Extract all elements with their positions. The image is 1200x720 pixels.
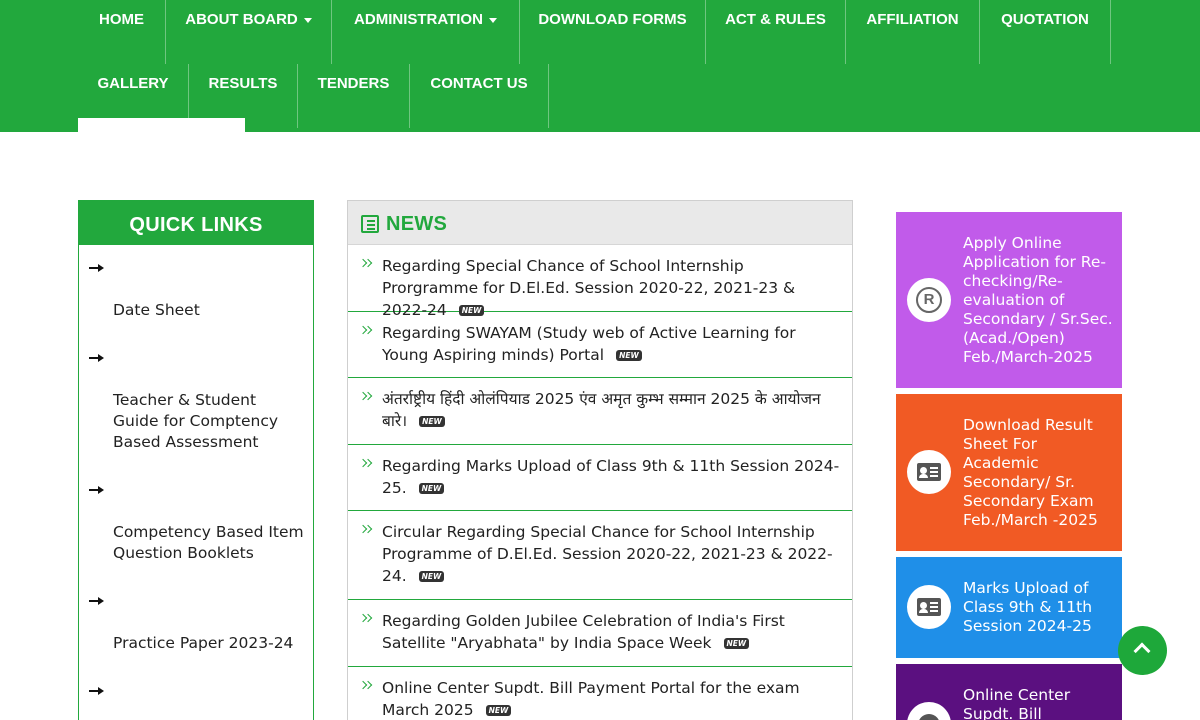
nav-administration[interactable]: ADMINISTRATION [332, 0, 520, 64]
caret-down-icon [303, 17, 312, 23]
registered-icon: R [907, 278, 951, 322]
new-badge: NEW [418, 571, 445, 582]
double-chevron-icon [358, 613, 373, 626]
nav-act-rules[interactable]: ACT & RULES [706, 0, 846, 64]
news-title: NEWS [386, 213, 448, 235]
nav-act-rules-label: ACT & RULES [725, 11, 826, 28]
new-badge: NEW [616, 350, 642, 361]
news-link-text: Regarding Marks Upload of Class 9th & 11… [382, 457, 840, 497]
news-item[interactable]: Regarding Special Chance of School Inter… [348, 245, 852, 319]
result-sheet-card[interactable]: Download Result Sheet For Academic Secon… [896, 394, 1122, 551]
id-card-icon [907, 450, 951, 494]
user-icon [907, 702, 951, 720]
news-link[interactable]: Regarding Marks Upload of Class 9th & 11… [382, 455, 840, 499]
nav-quotation[interactable]: QUOTATION [980, 0, 1111, 64]
new-badge: NEW [419, 416, 445, 427]
nav-home[interactable]: HOME [78, 0, 166, 64]
double-chevron-icon [358, 391, 373, 404]
double-chevron-icon [358, 680, 373, 693]
arrow-right-icon [89, 596, 105, 606]
nav-quotation-label: QUOTATION [1001, 11, 1089, 28]
arrow-right-icon [89, 353, 105, 363]
new-badge: NEW [723, 638, 750, 649]
news-header: NEWS [348, 201, 852, 245]
news-link[interactable]: Regarding SWAYAM (Study web of Active Le… [382, 322, 840, 366]
news-link-text: Circular Regarding Special Chance for Sc… [382, 523, 833, 585]
main-navbar: HOME ABOUT BOARD ADMINISTRATION DOWNLOAD… [0, 0, 1200, 132]
quick-links-title: QUICK LINKS [79, 201, 313, 245]
list-icon [361, 215, 379, 233]
marks-upload-card[interactable]: Marks Upload of Class 9th & 11th Session… [896, 557, 1122, 658]
recheck-application-card[interactable]: R Apply Online Application for Re-checki… [896, 212, 1122, 388]
arrow-right-icon [89, 485, 105, 495]
nav-results-label: RESULTS [208, 75, 278, 92]
double-chevron-icon [358, 524, 373, 537]
news-item[interactable]: Online Center Supdt. Bill Payment Portal… [348, 667, 852, 720]
quick-link-label[interactable]: Practice Paper 2023-24 [113, 633, 305, 654]
news-item[interactable]: Regarding Golden Jubilee Celebration of … [348, 600, 852, 667]
news-link-text: Regarding Special Chance of School Inter… [382, 257, 796, 319]
news-link[interactable]: अंतर्राष्ट्रीय हिंदी ओलंपियाड 2025 एंव अ… [382, 388, 840, 432]
id-card-icon [907, 585, 951, 629]
nav-about-board[interactable]: ABOUT BOARD [166, 0, 332, 64]
news-panel: NEWS Regarding Special Chance of School … [347, 200, 853, 720]
double-chevron-icon [358, 325, 373, 338]
card-text: Download Result Sheet For Academic Secon… [963, 416, 1098, 529]
new-badge: NEW [485, 705, 512, 716]
nav-affiliation[interactable]: AFFILIATION [846, 0, 980, 64]
news-link[interactable]: Regarding Golden Jubilee Celebration of … [382, 610, 840, 654]
nav-about-board-label: ABOUT BOARD [185, 11, 298, 28]
back-to-top-button[interactable] [1118, 626, 1167, 675]
nav-administration-label: ADMINISTRATION [354, 11, 483, 28]
nav-active-indicator [78, 118, 245, 132]
news-link[interactable]: Circular Regarding Special Chance for Sc… [382, 521, 840, 587]
news-link-text: अंतर्राष्ट्रीय हिंदी ओलंपियाड 2025 एंव अ… [382, 390, 821, 430]
news-link[interactable]: Online Center Supdt. Bill Payment Portal… [382, 677, 840, 720]
card-text: Apply Online Application for Re-checking… [963, 234, 1113, 366]
double-chevron-icon [358, 258, 373, 271]
news-link-text: Online Center Supdt. Bill Payment Portal… [382, 679, 800, 719]
news-item[interactable]: Circular Regarding Special Chance for Sc… [348, 511, 852, 600]
bill-payment-card[interactable]: Online Center Supdt. Bill Payment [896, 664, 1122, 720]
news-item[interactable]: Regarding Marks Upload of Class 9th & 11… [348, 445, 852, 511]
news-item[interactable]: अंतर्राष्ट्रीय हिंदी ओलंपियाड 2025 एंव अ… [348, 378, 852, 445]
quick-link-label[interactable]: Teacher & Student Guide for Comptency Ba… [113, 390, 305, 453]
nav-gallery-label: GALLERY [97, 75, 169, 92]
chevron-up-icon [1133, 642, 1151, 660]
news-link-text: Regarding SWAYAM (Study web of Active Le… [382, 324, 796, 364]
nav-tenders[interactable]: TENDERS [298, 64, 410, 128]
nav-contact-us-label: CONTACT US [430, 75, 528, 92]
arrow-right-icon [89, 263, 105, 273]
arrow-right-icon [89, 686, 105, 696]
news-item[interactable]: Regarding SWAYAM (Study web of Active Le… [348, 312, 852, 378]
quick-links-panel: QUICK LINKS Date Sheet Teacher & Student… [78, 200, 314, 720]
nav-download-forms[interactable]: DOWNLOAD FORMS [520, 0, 706, 64]
nav-download-forms-label: DOWNLOAD FORMS [538, 11, 687, 28]
card-text: Marks Upload of Class 9th & 11th Session… [963, 579, 1093, 635]
quick-link-label[interactable]: Date Sheet [113, 300, 305, 321]
quick-link-label[interactable]: Competency Based Item Question Booklets [113, 522, 305, 564]
nav-affiliation-label: AFFILIATION [866, 11, 959, 28]
new-badge: NEW [418, 483, 445, 494]
nav-contact-us[interactable]: CONTACT US [410, 64, 549, 128]
nav-tenders-label: TENDERS [317, 75, 390, 92]
double-chevron-icon [358, 458, 373, 471]
caret-down-icon [488, 17, 497, 23]
card-text: Online Center Supdt. Bill Payment [963, 686, 1071, 720]
nav-home-label: HOME [99, 11, 144, 28]
